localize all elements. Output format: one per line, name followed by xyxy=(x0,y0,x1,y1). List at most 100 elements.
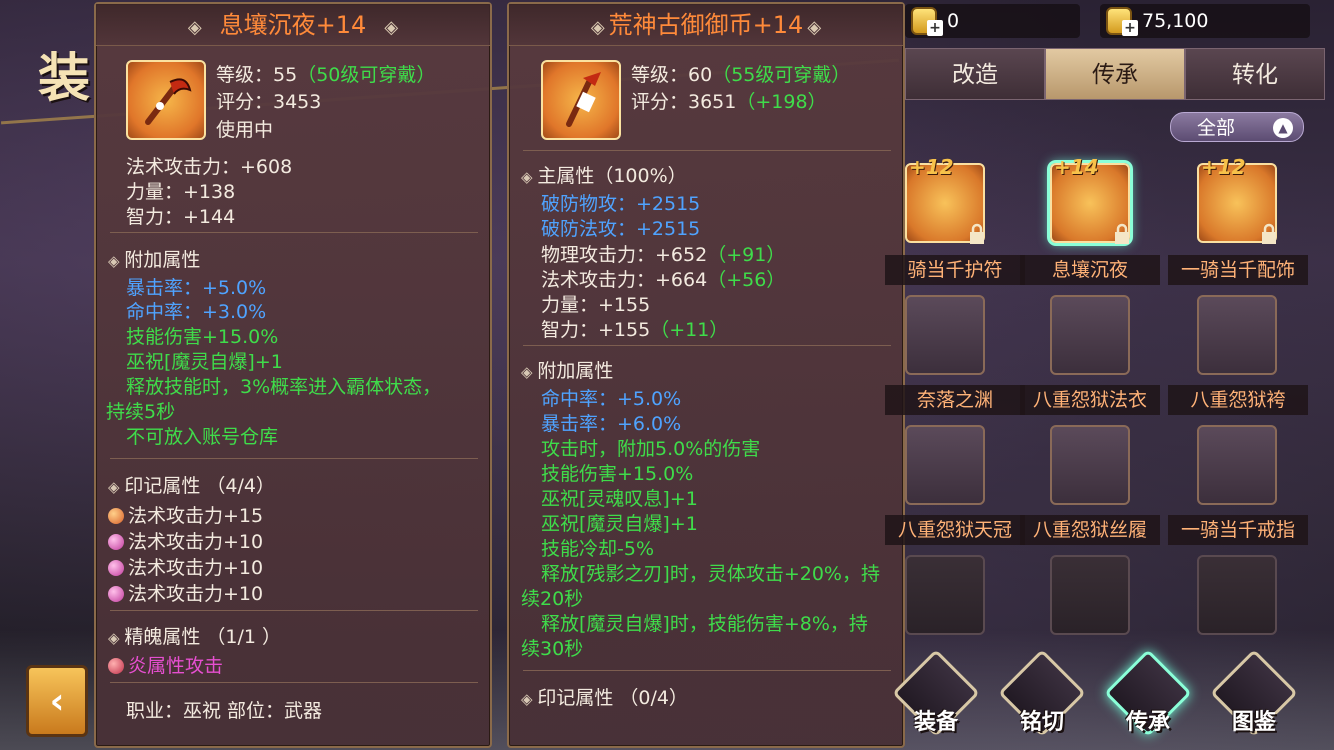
equipment-slot[interactable] xyxy=(905,295,985,375)
empty-slot[interactable] xyxy=(1050,555,1130,635)
tab-modify[interactable]: 改造 xyxy=(905,48,1045,100)
main-stat-text: 力量：+155 xyxy=(541,294,651,316)
back-arrow-icon: ‹ xyxy=(49,680,65,722)
spirit-attr-header: 精魄属性 （1/1 ） xyxy=(108,622,281,649)
currency-display: + 75,100 xyxy=(1100,4,1310,38)
lock-icon xyxy=(1262,223,1276,244)
extra-stat: 命中率：+3.0% xyxy=(126,301,267,323)
extra-stat: 续30秒 xyxy=(521,638,584,660)
main-stat: 破防物攻：+2515 xyxy=(541,193,701,215)
equipment-name: 八重怨狱法衣 xyxy=(1020,385,1160,415)
equipment-name: 八重怨狱天冠 xyxy=(885,515,1025,545)
spirit-stat-text: 炎属性攻击 xyxy=(128,655,224,677)
lock-icon xyxy=(1115,223,1129,244)
nav-inscription[interactable]: 铭切 xyxy=(998,649,1086,748)
equipment-slot[interactable] xyxy=(905,425,985,505)
main-stat-text: 智力：+155 xyxy=(541,319,651,341)
enhance-level: +14 xyxy=(1054,155,1099,179)
currency-value: 75,100 xyxy=(1142,10,1209,32)
currency-display: + 0 xyxy=(905,4,1080,38)
back-button[interactable]: ‹ xyxy=(26,665,88,737)
item-title: 荒神古御御币+14 xyxy=(608,11,804,39)
class-slot-info: 职业：巫祝 部位：武器 xyxy=(126,700,323,722)
extra-stat: 持续5秒 xyxy=(106,401,176,423)
nav-inherit[interactable]: 传承 xyxy=(1104,649,1192,748)
equipment-name: 八重怨狱丝履 xyxy=(1020,515,1160,545)
equipment-slot[interactable] xyxy=(1197,425,1277,505)
base-stat: 智力：+144 xyxy=(126,206,236,228)
equipment-name: 息壤沉夜 xyxy=(1020,255,1160,285)
filter-label: 全部 xyxy=(1197,117,1236,139)
equipment-slot[interactable] xyxy=(1197,295,1277,375)
equipment-slot[interactable] xyxy=(1050,425,1130,505)
tab-bar: 改造 传承 转化 xyxy=(905,48,1325,100)
extra-stat: 释放[魔灵自爆]时，技能伤害+8%，持 xyxy=(541,613,868,635)
nav-label: 图鉴 xyxy=(1231,710,1276,735)
tab-convert[interactable]: 转化 xyxy=(1185,48,1325,100)
extra-stat: 暴击率：+5.0% xyxy=(126,277,267,299)
main-stat-text: 物理攻击力：+652 xyxy=(541,244,708,266)
filter-dropdown[interactable]: 全部 ▲ xyxy=(1170,112,1304,142)
equipped-item-tooltip: ◈ 息壤沉夜+14 ◈ 等级：55（50级可穿戴） 评分：3453 使用中 法术攻击… xyxy=(94,2,492,748)
item-title: 息壤沉夜+14 xyxy=(219,11,367,39)
empty-slot[interactable] xyxy=(905,555,985,635)
mark-stat-text: 法术攻击力+10 xyxy=(128,583,264,605)
add-currency-icon[interactable]: + xyxy=(1122,20,1138,36)
extra-stat: 暴击率：+6.0% xyxy=(541,413,682,435)
equipment-slot-selected[interactable]: +14 xyxy=(1050,155,1130,244)
equipment-name: 骑当千护符 xyxy=(885,255,1025,285)
empty-slot[interactable] xyxy=(1197,555,1277,635)
gem-icon xyxy=(108,534,124,550)
gem-icon xyxy=(108,586,124,602)
main-stat: 力量：+155 xyxy=(541,290,650,317)
mark-stat: 法术攻击力+10 xyxy=(108,553,263,580)
equipment-name: 一骑当千戒指 xyxy=(1168,515,1308,545)
level-requirement: （50级可穿戴） xyxy=(297,64,436,86)
gem-icon xyxy=(108,560,124,576)
ornament-icon: ◈ xyxy=(590,17,605,38)
divider xyxy=(110,610,478,611)
chevron-up-icon: ▲ xyxy=(1273,118,1293,138)
extra-stat: 巫祝[魔灵自爆]+1 xyxy=(541,513,698,535)
main-stat-text: 法术攻击力：+664 xyxy=(541,269,708,291)
extra-stat: 技能伤害+15.0% xyxy=(541,463,694,485)
mark-stat-text: 法术攻击力+15 xyxy=(128,505,264,527)
main-stat-diff: （+56） xyxy=(707,269,786,291)
tab-inherit[interactable]: 传承 xyxy=(1045,48,1185,100)
score-diff: （+198） xyxy=(736,91,827,113)
nav-label: 装备 xyxy=(913,710,958,735)
extra-stat: 巫祝[魔灵自爆]+1 xyxy=(126,351,283,373)
equipment-name: 八重怨狱袴 xyxy=(1168,385,1308,415)
equipment-slot[interactable] xyxy=(1050,295,1130,375)
nav-equipment[interactable]: 装备 xyxy=(892,649,980,748)
divider xyxy=(110,458,478,459)
level-requirement: （55级可穿戴） xyxy=(712,64,851,86)
score: 评分：3651 xyxy=(631,91,737,113)
ornament-icon: ◈ xyxy=(384,17,399,38)
main-stat: 法术攻击力：+664（+56） xyxy=(541,265,785,292)
score: 评分：3453 xyxy=(216,91,322,113)
status: 使用中 xyxy=(216,119,274,141)
extra-attr-header: 附加属性 xyxy=(521,356,613,383)
enhance-level: +12 xyxy=(909,155,954,179)
divider xyxy=(523,150,891,151)
main-attr-header: 主属性（100%） xyxy=(521,161,686,188)
equipment-slot[interactable]: +12 xyxy=(1197,155,1277,244)
mark-stat: 法术攻击力+10 xyxy=(108,579,263,606)
enhance-level: +12 xyxy=(1201,155,1246,179)
extra-stat: 不可放入账号仓库 xyxy=(126,426,279,448)
equipment-slot[interactable]: +12 xyxy=(905,155,985,244)
main-stat: 物理攻击力：+652（+91） xyxy=(541,240,785,267)
tooltip-title-bar: ◈ 荒神古御御币+14 ◈ xyxy=(509,4,903,46)
currency-value: 0 xyxy=(947,10,960,32)
divider xyxy=(523,670,891,671)
level-line: 等级：60（55级可穿戴） xyxy=(631,60,850,87)
nav-codex[interactable]: 图鉴 xyxy=(1210,649,1298,748)
level-label: 等级：55 xyxy=(216,64,298,86)
add-currency-icon[interactable]: + xyxy=(927,20,943,36)
extra-stat: 技能伤害+15.0% xyxy=(126,326,279,348)
level-line: 等级：55（50级可穿戴） xyxy=(216,60,435,87)
mark-attr-header: 印记属性 （0/4） xyxy=(521,683,688,710)
screen-title-char: 装 xyxy=(38,48,91,109)
gem-icon xyxy=(108,658,124,674)
